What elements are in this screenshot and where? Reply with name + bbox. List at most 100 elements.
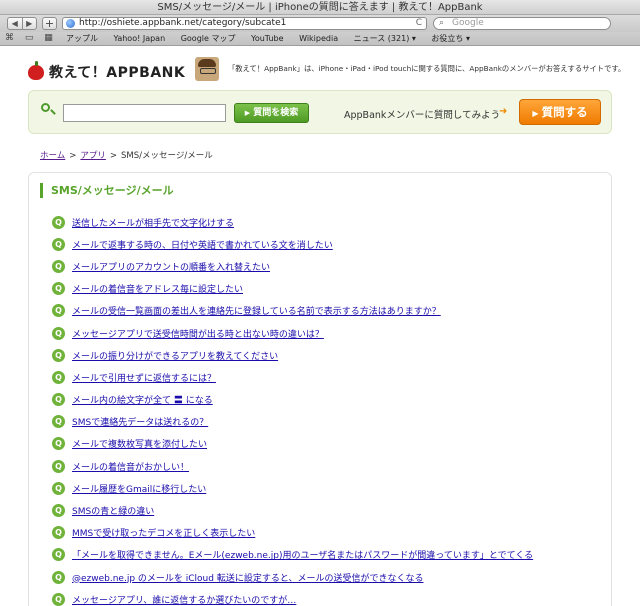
list-item: Q SMSの青と緑の違い	[52, 499, 533, 521]
question-search-input[interactable]	[63, 104, 226, 122]
site-logo[interactable]: 教えて！APPBANK	[28, 60, 186, 82]
question-link[interactable]: メールの着信音をアドレス毎に設定したい	[72, 282, 243, 295]
list-item: Q メールで引用せずに返信するには？	[52, 366, 533, 388]
q-icon: Q	[52, 437, 65, 451]
list-item: Q メッセージアプリ、誰に返信するか選びたいのですが…	[52, 588, 533, 606]
q-icon: Q	[52, 548, 65, 562]
ask-prompt: AppBankメンバーに質問してみよう	[344, 110, 501, 121]
ask-question-button[interactable]: ▶ 質問する	[519, 99, 601, 125]
bookmark-youtube[interactable]: YouTube	[251, 34, 284, 43]
breadcrumb-separator: >	[69, 151, 77, 161]
q-icon: Q	[52, 481, 65, 495]
question-link[interactable]: メールの受信一覧画面の差出人を連絡先に登録している名前で表示する方法はありますか…	[72, 304, 441, 317]
bookmark-items: アップル Yahoo! Japan Google マップ YouTube Wik…	[66, 32, 483, 45]
search-placeholder: Google	[452, 18, 484, 28]
question-link[interactable]: メール履歴をGmailに移行したい	[72, 482, 206, 495]
arrow-right-icon: ▶	[532, 109, 539, 118]
question-link[interactable]: @ezweb.ne.jp のメールを iCloud 転送に設定すると、メールの送…	[72, 571, 423, 584]
search-button-label: 質問を検索	[253, 108, 299, 118]
avatar	[195, 57, 219, 81]
breadcrumb-separator: >	[109, 151, 118, 161]
q-icon: Q	[52, 304, 65, 318]
q-icon: Q	[52, 592, 65, 606]
question-link[interactable]: SMSで連絡先データは送れるの？	[72, 415, 208, 428]
apple-logo-icon	[28, 60, 44, 80]
list-item: Q MMSで受け取ったデコメを正しく表示したい	[52, 522, 533, 544]
back-button[interactable]: ◀	[8, 18, 22, 29]
question-link[interactable]: メールで返事する時の、日付や英語で書かれている文を消したい	[72, 238, 333, 251]
list-item: Q メール履歴をGmailに移行したい	[52, 477, 533, 499]
search-icon: ⌕	[439, 18, 445, 28]
window-title: SMS/メッセージ/メール | iPhoneの質問に答えます | 教えて！App…	[0, 0, 640, 15]
url-text: http://oshiete.appbank.net/category/subc…	[79, 18, 287, 28]
list-item: Q @ezweb.ne.jp のメールを iCloud 転送に設定すると、メールの…	[52, 566, 533, 588]
nav-buttons: ◀ ▶	[7, 17, 37, 30]
question-link[interactable]: メールアプリのアカウントの順番を入れ替えたい	[72, 260, 270, 273]
section-title: SMS/メッセージ/メール	[40, 183, 174, 198]
q-icon: Q	[52, 415, 65, 429]
q-icon: Q	[52, 526, 65, 540]
question-list: Q 送信したメールが相手先で文字化けする Q メールで返事する時の、日付や英語で書か…	[52, 211, 533, 606]
list-item: Q 「メールを取得できません。Eメール(ezweb.ne.jp)用のユーザ名または…	[52, 544, 533, 566]
bookmark-google-maps[interactable]: Google マップ	[181, 34, 236, 43]
list-item: Q メールで複数枚写真を添付したい	[52, 433, 533, 455]
question-link[interactable]: SMSの青と緑の違い	[72, 504, 154, 517]
q-icon: Q	[52, 282, 65, 296]
breadcrumb-current: SMS/メッセージ/メール	[121, 151, 213, 161]
question-link[interactable]: メールの振り分けができるアプリを教えてください	[72, 349, 278, 362]
breadcrumb-apps[interactable]: アプリ	[80, 151, 106, 161]
bookmarks-bar: ⌘ ▭ ▦ アップル Yahoo! Japan Google マップ YouTu…	[0, 32, 640, 46]
globe-icon	[66, 19, 75, 28]
question-link[interactable]: メッセージアプリで送受信時間が出る時と出ない時の違いは？	[72, 327, 324, 340]
logo-text: 教えて！APPBANK	[49, 65, 186, 81]
bookmark-apple[interactable]: アップル	[66, 34, 98, 43]
question-link[interactable]: メールで引用せずに返信するには？	[72, 371, 216, 384]
search-questions-button[interactable]: ▶ 質問を検索	[234, 103, 309, 123]
list-item: Q メールアプリのアカウントの順番を入れ替えたい	[52, 255, 533, 277]
site-tagline: 「教えて！AppBank」は、iPhone・iPad・iPod touchに関す…	[228, 64, 626, 73]
q-icon: Q	[52, 215, 65, 229]
q-icon: Q	[52, 459, 65, 473]
breadcrumb: ホーム > アプリ > SMS/メッセージ/メール	[40, 149, 213, 161]
list-item: Q メッセージアプリで送受信時間が出る時と出ない時の違いは？	[52, 322, 533, 344]
question-link[interactable]: 送信したメールが相手先で文字化けする	[72, 216, 234, 229]
list-item: Q メール内の絵文字が全て 〓 になる	[52, 389, 533, 411]
q-icon: Q	[52, 570, 65, 584]
list-item: Q メールの振り分けができるアプリを教えてください	[52, 344, 533, 366]
address-bar[interactable]: http://oshiete.appbank.net/category/subc…	[62, 17, 427, 30]
bookmark-wikipedia[interactable]: Wikipedia	[299, 34, 338, 43]
reload-icon[interactable]: C	[416, 18, 422, 29]
question-link[interactable]: メッセージアプリ、誰に返信するか選びたいのですが…	[72, 593, 296, 606]
q-icon: Q	[52, 259, 65, 273]
q-icon: Q	[52, 504, 65, 518]
q-icon: Q	[52, 237, 65, 251]
arrow-right-icon: ➜	[499, 106, 508, 117]
list-item: Q メールの受信一覧画面の差出人を連絡先に登録している名前で表示する方法はあります…	[52, 300, 533, 322]
question-link[interactable]: メール内の絵文字が全て 〓 になる	[72, 393, 213, 406]
list-item: Q 送信したメールが相手先で文字化けする	[52, 211, 533, 233]
bookmark-tools-icon[interactable]: ⌘ ▭ ▦	[5, 32, 57, 45]
arrow-right-icon: ▶	[244, 109, 251, 117]
q-icon: Q	[52, 393, 65, 407]
bookmark-news[interactable]: ニュース (321) ▾	[354, 34, 416, 43]
question-link[interactable]: 「メールを取得できません。Eメール(ezweb.ne.jp)用のユーザ名またはパ…	[72, 548, 533, 561]
add-bookmark-button[interactable]: +	[42, 17, 57, 30]
q-icon: Q	[52, 326, 65, 340]
bookmark-yahoo[interactable]: Yahoo! Japan	[114, 34, 166, 43]
breadcrumb-home[interactable]: ホーム	[40, 151, 65, 161]
search-field[interactable]: ⌕ Google	[433, 17, 611, 30]
bookmark-useful[interactable]: お役立ち ▾	[431, 34, 470, 43]
q-icon: Q	[52, 370, 65, 384]
list-item: Q SMSで連絡先データは送れるの？	[52, 411, 533, 433]
search-panel: ▶ 質問を検索 AppBankメンバーに質問してみよう ➜ ▶ 質問する	[28, 90, 612, 134]
question-link[interactable]: メールの着信音がおかしい！	[72, 460, 189, 473]
list-item: Q メールで返事する時の、日付や英語で書かれている文を消したい	[52, 233, 533, 255]
q-icon: Q	[52, 348, 65, 362]
list-item: Q メールの着信音がおかしい！	[52, 455, 533, 477]
forward-button[interactable]: ▶	[21, 18, 37, 29]
question-link[interactable]: MMSで受け取ったデコメを正しく表示したい	[72, 526, 255, 539]
ask-button-label: 質問する	[541, 105, 588, 119]
magnifier-icon	[41, 103, 55, 117]
question-link[interactable]: メールで複数枚写真を添付したい	[72, 437, 207, 450]
browser-toolbar: ◀ ▶ + http://oshiete.appbank.net/categor…	[0, 15, 640, 32]
